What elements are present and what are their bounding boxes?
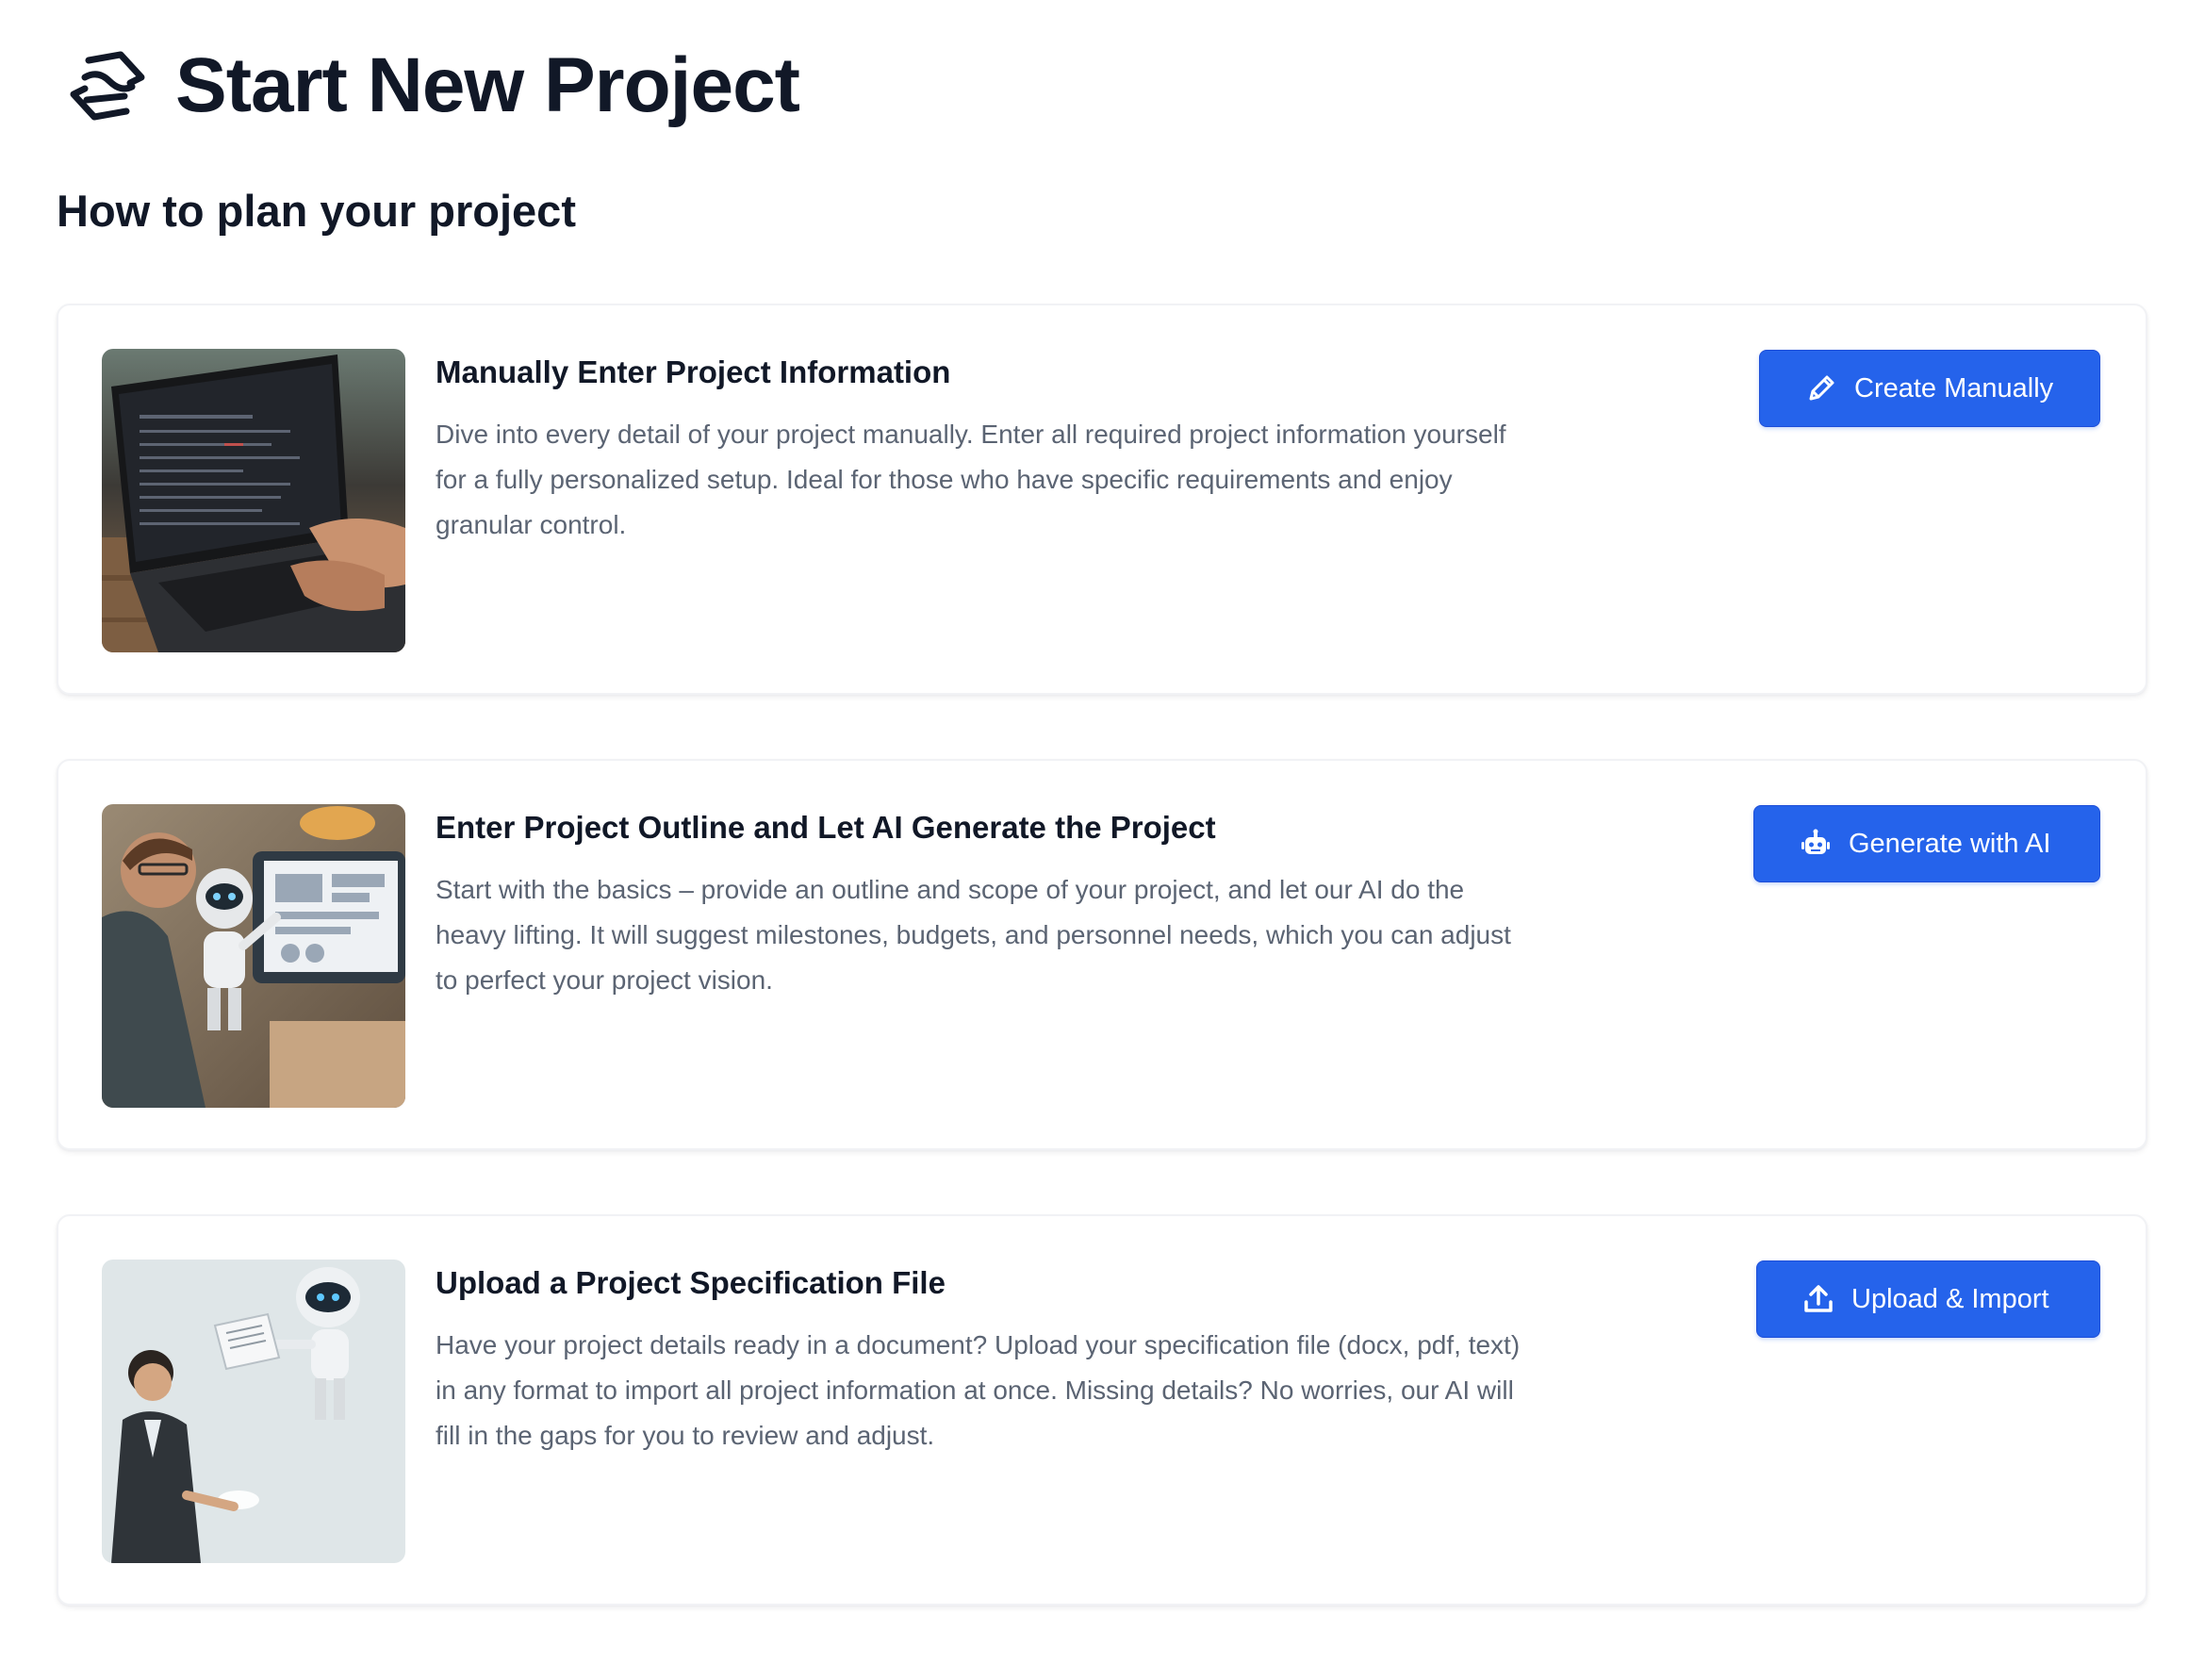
option-card-upload: Upload a Project Specification File Have…	[57, 1214, 2147, 1606]
upload-import-button[interactable]: Upload & Import	[1756, 1260, 2100, 1338]
card-description: Have your project details ready in a doc…	[436, 1329, 1521, 1450]
card-description: Dive into every detail of your project m…	[436, 419, 1506, 539]
page-title: Start New Project	[175, 42, 800, 128]
card-description: Start with the basics – provide an outli…	[436, 874, 1511, 995]
page: Start New Project How to plan your proje…	[0, 0, 2204, 1680]
section-heading: How to plan your project	[57, 186, 576, 236]
laptop-code-photo	[102, 349, 405, 652]
robot-icon	[1800, 828, 1832, 860]
generate-with-ai-button[interactable]: Generate with AI	[1753, 805, 2100, 882]
robot-handing-document-photo	[102, 1260, 405, 1563]
button-label: Upload & Import	[1851, 1283, 2049, 1314]
upload-icon	[1802, 1283, 1834, 1315]
card-body: Manually Enter Project Information Dive …	[436, 353, 1538, 548]
hexagon-swirl-logo-icon	[70, 51, 145, 121]
option-card-manual: Manually Enter Project Information Dive …	[57, 304, 2147, 695]
button-label: Generate with AI	[1849, 828, 2051, 859]
card-body: Enter Project Outline and Let AI Generat…	[436, 808, 1538, 1003]
page-header: Start New Project	[68, 42, 800, 128]
robot-presenting-to-developer-photo	[102, 804, 405, 1108]
create-manually-button[interactable]: Create Manually	[1759, 350, 2100, 427]
pencil-icon	[1805, 372, 1837, 404]
card-title: Upload a Project Specification File	[436, 1265, 946, 1300]
card-title: Manually Enter Project Information	[436, 354, 951, 389]
option-card-ai-generate: Enter Project Outline and Let AI Generat…	[57, 759, 2147, 1150]
card-body: Upload a Project Specification File Have…	[436, 1263, 1538, 1458]
card-title: Enter Project Outline and Let AI Generat…	[436, 810, 1216, 845]
button-label: Create Manually	[1854, 372, 2054, 404]
